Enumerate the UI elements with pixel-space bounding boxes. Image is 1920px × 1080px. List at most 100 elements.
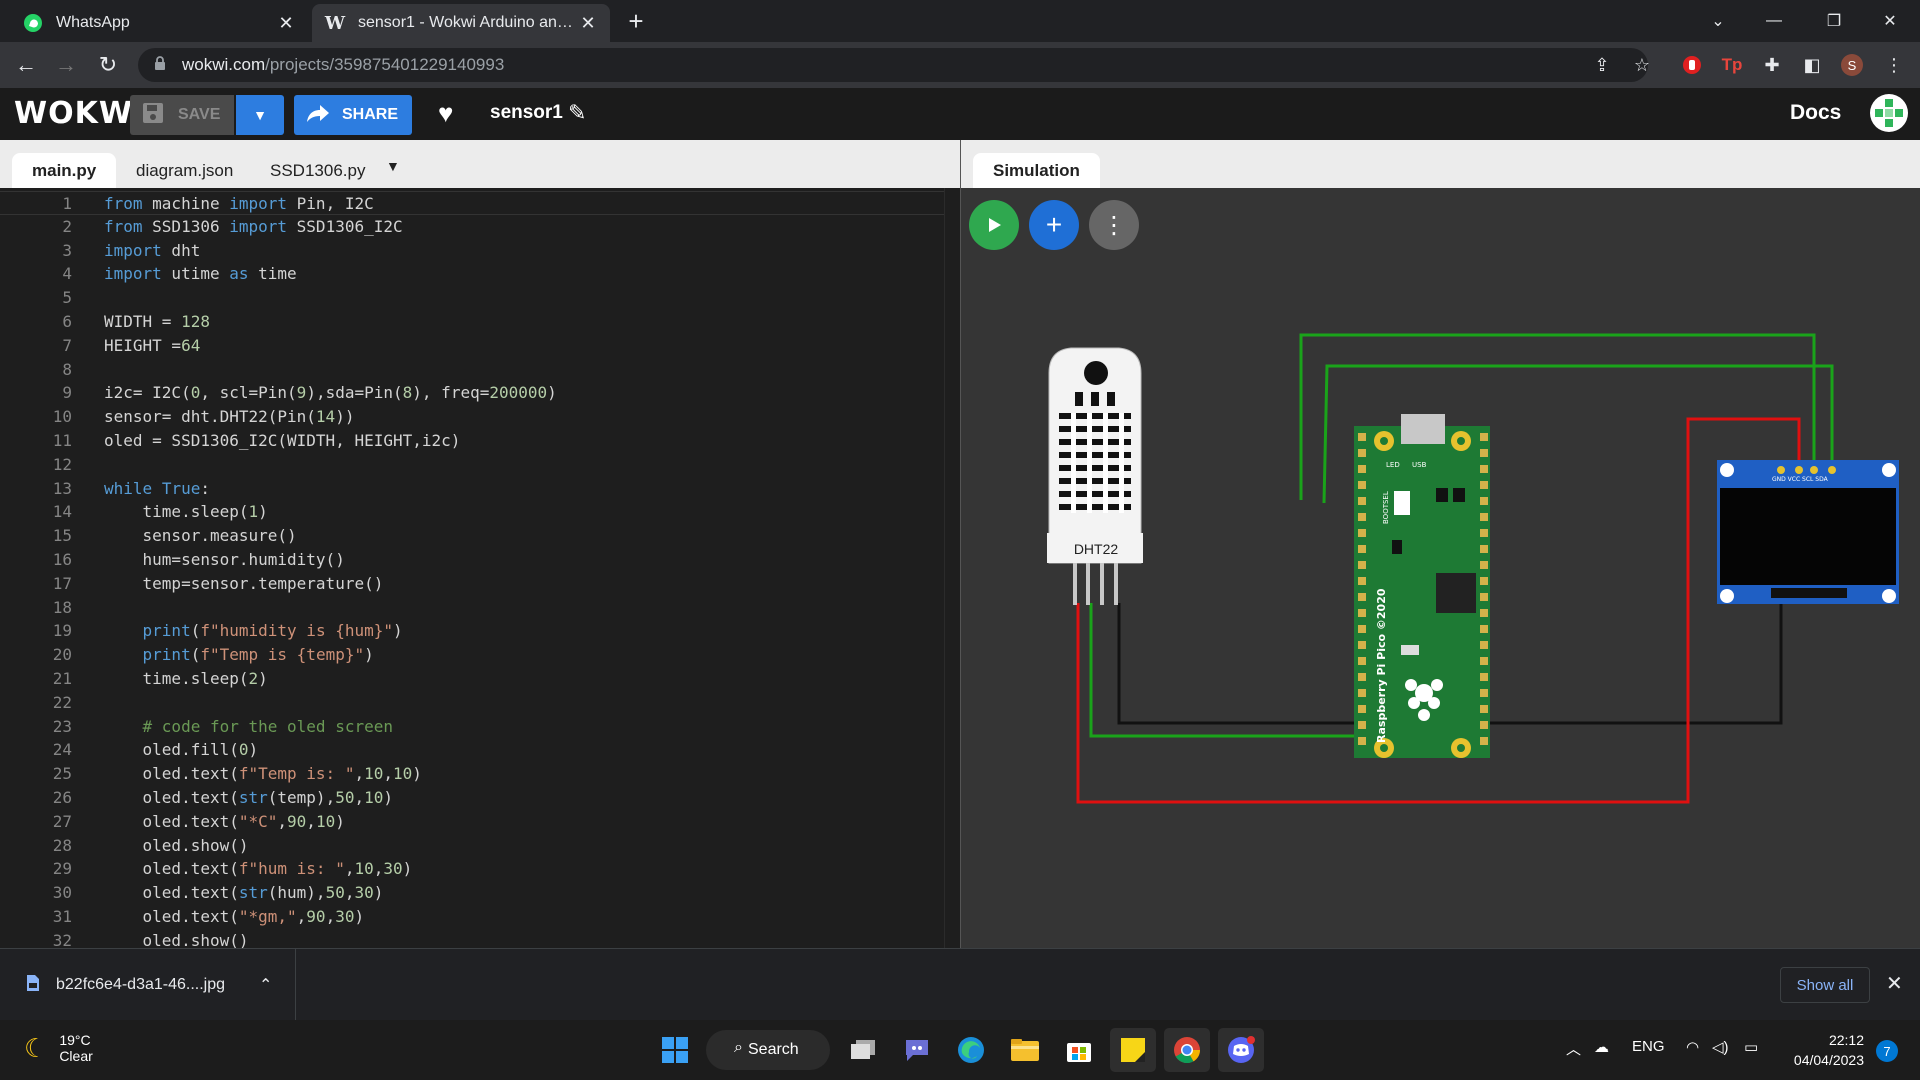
microsoft-store-icon[interactable] xyxy=(1056,1028,1102,1072)
download-file-name: b22fc6e4-d3a1-46....jpg xyxy=(56,976,226,993)
reload-icon[interactable]: ↻ xyxy=(94,51,122,79)
browser-menu-icon[interactable]: ⋮ xyxy=(1880,51,1908,79)
code-line[interactable]: 3 import dht xyxy=(0,239,944,263)
system-clock[interactable]: 22:12 04/04/2023 xyxy=(1780,1030,1864,1070)
minimize-icon[interactable]: — xyxy=(1746,0,1802,42)
code-line[interactable]: 9 i2c= I2C(0, scl=Pin(9),sda=Pin(8), freq… xyxy=(0,381,944,405)
show-all-downloads-button[interactable]: Show all xyxy=(1780,967,1870,1003)
tab-wokwi[interactable]: W sensor1 - Wokwi Arduino and ESP32 Simu… xyxy=(312,4,610,42)
volume-icon[interactable]: ◁) xyxy=(1712,1038,1729,1056)
taskbar-search[interactable]: ⌕ Search xyxy=(706,1030,830,1070)
code-line[interactable]: 32 oled.show() xyxy=(0,929,944,948)
chevron-up-icon[interactable]: ⌃ xyxy=(259,975,272,995)
code-line[interactable]: 18 xyxy=(0,596,944,620)
more-files-dropdown-icon[interactable]: ▼ xyxy=(386,158,400,174)
code-line[interactable]: 27 oled.text("*C",90,10) xyxy=(0,810,944,834)
line-number: 32 xyxy=(52,930,72,948)
code-line[interactable]: 28 oled.show() xyxy=(0,834,944,858)
code-line[interactable]: 14 time.sleep(1) xyxy=(0,500,944,524)
wokwi-logo[interactable]: WOKWi xyxy=(14,96,144,131)
chrome-browser-icon[interactable] xyxy=(1164,1028,1210,1072)
code-line[interactable]: 10 sensor= dht.DHT22(Pin(14)) xyxy=(0,405,944,429)
share-button[interactable]: SHARE xyxy=(294,95,412,135)
extensions-puzzle-icon[interactable]: ✚ xyxy=(1758,51,1786,79)
like-heart-icon[interactable]: ♥ xyxy=(438,98,453,129)
show-hidden-icons-icon[interactable]: ︿ xyxy=(1566,1038,1581,1059)
bookmark-star-icon[interactable]: ☆ xyxy=(1628,51,1656,79)
notification-badge[interactable]: 7 xyxy=(1876,1040,1898,1062)
battery-icon[interactable]: ▭ xyxy=(1744,1038,1758,1056)
code-line[interactable]: 8 xyxy=(0,358,944,382)
pico-pin xyxy=(1358,705,1366,713)
close-window-icon[interactable]: ✕ xyxy=(1862,0,1918,42)
code-line[interactable]: 17 temp=sensor.temperature() xyxy=(0,572,944,596)
code-line[interactable]: 7 HEIGHT =64 xyxy=(0,334,944,358)
sticky-notes-icon[interactable] xyxy=(1110,1028,1156,1072)
discord-icon[interactable] xyxy=(1218,1028,1264,1072)
code-text: import utime as time xyxy=(104,264,297,284)
code-line[interactable]: 6 WIDTH = 128 xyxy=(0,310,944,334)
code-editor[interactable]: 1 from machine import Pin, I2C 2 from SSD13… xyxy=(0,188,960,948)
start-windows-icon[interactable] xyxy=(652,1028,698,1072)
code-line[interactable]: 20 print(f"Temp is {temp}") xyxy=(0,643,944,667)
project-name[interactable]: sensor1 xyxy=(490,102,563,124)
close-tab-icon[interactable]: ✕ xyxy=(276,13,296,34)
save-button[interactable]: SAVE xyxy=(130,95,234,135)
code-line[interactable]: 29 oled.text(f"hum is: ",10,30) xyxy=(0,857,944,881)
download-item[interactable]: b22fc6e4-d3a1-46....jpg ⌃ xyxy=(0,949,296,1021)
code-line[interactable]: 4 import utime as time xyxy=(0,262,944,286)
code-line[interactable]: 23 # code for the oled screen xyxy=(0,715,944,739)
profile-avatar-icon[interactable]: S xyxy=(1838,51,1866,79)
close-download-bar-icon[interactable]: ✕ xyxy=(1886,971,1903,996)
tab-ssd1306-py[interactable]: SSD1306.py xyxy=(250,153,385,188)
forward-icon[interactable]: → xyxy=(52,51,80,79)
tab-simulation[interactable]: Simulation xyxy=(973,153,1100,188)
code-line[interactable]: 5 xyxy=(0,286,944,310)
code-line[interactable]: 1 from machine import Pin, I2C xyxy=(0,191,944,215)
side-panel-icon[interactable]: ◧ xyxy=(1798,51,1826,79)
code-line[interactable]: 21 time.sleep(2) xyxy=(0,667,944,691)
tab-search-icon[interactable]: ⌄ xyxy=(1690,0,1746,42)
code-line[interactable]: 31 oled.text("*gm,",90,30) xyxy=(0,905,944,929)
code-line[interactable]: 19 print(f"humidity is {hum}") xyxy=(0,619,944,643)
code-line[interactable]: 12 xyxy=(0,453,944,477)
code-line[interactable]: 16 hum=sensor.humidity() xyxy=(0,548,944,572)
wokwi-header: WOKWi SAVE ▼ SHARE ♥ sensor1 ✎ Docs xyxy=(0,88,1920,140)
code-line[interactable]: 26 oled.text(str(temp),50,10) xyxy=(0,786,944,810)
save-options-button[interactable]: ▼ xyxy=(236,95,284,135)
code-line[interactable]: 15 sensor.measure() xyxy=(0,524,944,548)
edge-browser-icon[interactable] xyxy=(948,1028,994,1072)
teams-chat-icon[interactable] xyxy=(894,1028,940,1072)
code-line[interactable]: 22 xyxy=(0,691,944,715)
tab-whatsapp[interactable]: WhatsApp ✕ xyxy=(10,4,308,42)
simulation-canvas[interactable]: + ⋮ DHT22 LED USB BOOTSEL Raspberry Pi P… xyxy=(961,188,1920,948)
pico-pin xyxy=(1358,481,1366,489)
onedrive-cloud-icon[interactable]: ☁ xyxy=(1594,1038,1609,1056)
tab-diagram-json[interactable]: diagram.json xyxy=(116,153,253,188)
editor-scrollbar[interactable] xyxy=(944,188,960,948)
tp-extension-icon[interactable]: Tp xyxy=(1718,51,1746,79)
url-field[interactable]: wokwi.com/projects/359875401229140993 xyxy=(138,48,1648,82)
back-icon[interactable]: ← xyxy=(12,51,40,79)
weather-widget[interactable]: ☾ 19°C Clear xyxy=(24,1032,93,1064)
code-line[interactable]: 13 while True: xyxy=(0,477,944,501)
file-explorer-icon[interactable] xyxy=(1002,1028,1048,1072)
pico-bootsel-label: BOOTSEL xyxy=(1382,491,1390,524)
task-view-icon[interactable] xyxy=(840,1028,886,1072)
code-line[interactable]: 25 oled.text(f"Temp is: ",10,10) xyxy=(0,762,944,786)
restore-icon[interactable]: ❐ xyxy=(1806,0,1862,42)
docs-link[interactable]: Docs xyxy=(1790,101,1841,125)
adblock-extension-icon[interactable] xyxy=(1678,51,1706,79)
share-page-icon[interactable]: ⇪ xyxy=(1588,51,1616,79)
code-line[interactable]: 11 oled = SSD1306_I2C(WIDTH, HEIGHT,i2c) xyxy=(0,429,944,453)
code-line[interactable]: 24 oled.fill(0) xyxy=(0,738,944,762)
new-tab-button[interactable]: + xyxy=(622,8,650,36)
wifi-icon[interactable]: ◠ xyxy=(1686,1038,1699,1056)
code-line[interactable]: 2 from SSD1306 import SSD1306_I2C xyxy=(0,215,944,239)
tab-main-py[interactable]: main.py xyxy=(12,153,117,188)
user-avatar[interactable] xyxy=(1870,94,1908,132)
code-line[interactable]: 30 oled.text(str(hum),50,30) xyxy=(0,881,944,905)
edit-pencil-icon[interactable]: ✎ xyxy=(568,100,586,126)
close-tab-icon[interactable]: ✕ xyxy=(578,13,598,34)
input-language[interactable]: ENG xyxy=(1632,1038,1665,1055)
